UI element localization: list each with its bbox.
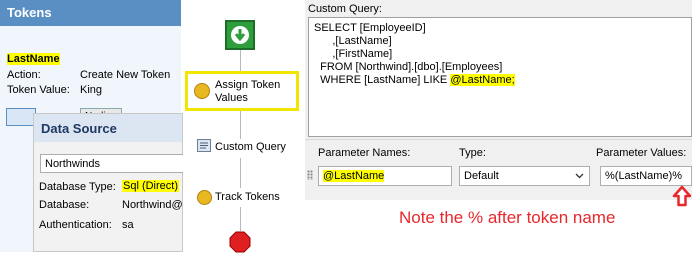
auth-label: Authentication: xyxy=(39,219,112,231)
query-line: WHERE [LastName] LIKE @LastName; xyxy=(314,74,686,87)
token-value-value: King xyxy=(80,84,103,96)
annotation-note: Note the % after token name xyxy=(399,208,616,227)
param-type-select[interactable]: Default xyxy=(459,166,590,186)
param-type-label: Type: xyxy=(459,147,486,159)
param-type-value: Default xyxy=(464,170,499,182)
start-node[interactable] xyxy=(225,20,255,50)
assign-token-line2: Values xyxy=(215,92,248,104)
flow-connector xyxy=(240,111,241,139)
query-line: ,[FirstName] xyxy=(314,48,393,60)
tokens-header: Tokens xyxy=(0,0,181,26)
token-value-label: Token Value: xyxy=(7,84,70,96)
db-type-value: Sql (Direct) xyxy=(122,180,180,192)
track-tokens-icon xyxy=(197,190,212,205)
param-value-input[interactable]: %(LastName)% xyxy=(600,166,692,186)
query-line: FROM [Northwind].[dbo].[Employees] xyxy=(314,61,503,73)
database-value: Northwind@ xyxy=(122,199,183,211)
token-name[interactable]: LastName xyxy=(7,53,60,65)
data-source-select[interactable]: Northwinds xyxy=(40,154,190,173)
db-type-label: Database Type: xyxy=(39,181,116,193)
stop-node-icon[interactable] xyxy=(229,231,251,253)
flow-connector xyxy=(240,50,241,72)
track-tokens-step[interactable]: Track Tokens xyxy=(215,191,280,203)
token-button-1[interactable] xyxy=(6,108,36,126)
param-names-label: Parameter Names: xyxy=(318,147,411,159)
custom-query-editor[interactable]: SELECT [EmployeeID] ,[LastName] ,[FirstN… xyxy=(308,17,692,137)
param-values-label: Parameter Values: xyxy=(596,147,687,159)
flow-connector xyxy=(240,207,241,231)
query-where: WHERE [LastName] LIKE xyxy=(314,74,451,86)
flow-connector xyxy=(240,158,241,188)
token-icon xyxy=(194,83,210,99)
drag-handle-icon[interactable] xyxy=(307,170,313,180)
action-value: Create New Token xyxy=(80,69,171,81)
up-arrow-icon xyxy=(672,185,692,207)
down-arrow-icon xyxy=(231,26,249,44)
custom-query-step[interactable]: Custom Query xyxy=(215,141,286,153)
query-param-highlight: @LastName; xyxy=(450,74,515,86)
custom-query-title: Custom Query: xyxy=(308,3,382,15)
query-line: ,[LastName] xyxy=(314,35,392,47)
param-name-input[interactable]: @LastName xyxy=(318,166,452,186)
database-label: Database: xyxy=(39,199,90,211)
chevron-down-icon xyxy=(575,173,584,179)
query-line: SELECT [EmployeeID] xyxy=(314,22,426,34)
assign-token-label: Assign Token Values xyxy=(215,79,280,105)
param-name-value: @LastName xyxy=(323,170,385,182)
custom-query-icon xyxy=(197,139,211,152)
action-label: Action: xyxy=(7,69,41,81)
auth-value: sa xyxy=(122,219,134,231)
assign-token-line1: Assign Token xyxy=(215,79,281,91)
data-source-header: Data Source xyxy=(34,114,182,142)
